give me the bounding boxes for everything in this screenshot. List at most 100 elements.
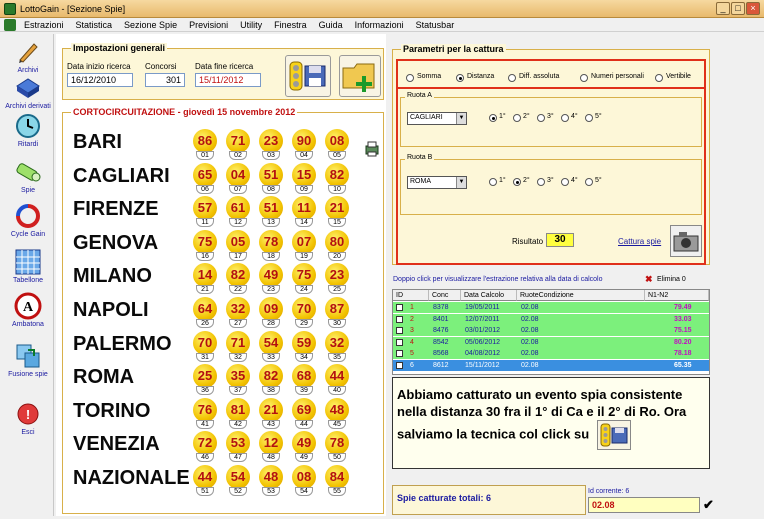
menu-previsioni[interactable]: Previsioni — [183, 20, 234, 30]
number-ball[interactable]: 78 — [259, 229, 283, 254]
position-radio[interactable] — [561, 114, 569, 122]
number-ball[interactable]: 70 — [193, 330, 217, 355]
open-folder-button[interactable] — [339, 55, 381, 97]
number-ball[interactable]: 65 — [193, 162, 217, 187]
number-ball[interactable]: 57 — [193, 196, 217, 221]
number-ball[interactable]: 61 — [226, 196, 250, 221]
number-ball[interactable]: 08 — [292, 465, 316, 489]
camera-button[interactable] — [670, 225, 702, 257]
number-ball[interactable]: 44 — [325, 364, 349, 389]
capture-link[interactable]: Cattura spie — [618, 237, 661, 246]
maximize-button[interactable]: □ — [731, 2, 745, 15]
current-id-field[interactable]: 02.08 — [588, 497, 700, 513]
number-ball[interactable]: 49 — [292, 431, 316, 456]
menu-statusbar[interactable]: Statusbar — [410, 20, 461, 30]
number-ball[interactable]: 54 — [259, 330, 283, 355]
table-row[interactable]: 6 8612 15/11/2012 02.08 65.35 — [393, 359, 709, 371]
sidebar-item-ambatona[interactable]: A Ambatona — [2, 292, 54, 328]
number-ball[interactable]: 71 — [226, 330, 250, 355]
sidebar-item-archivi-derivati[interactable]: Archivi derivati — [2, 74, 54, 110]
number-ball[interactable]: 69 — [292, 397, 316, 422]
mode-diff-radio[interactable] — [508, 74, 516, 82]
number-ball[interactable]: 23 — [325, 263, 349, 288]
contests-field[interactable]: 301 — [145, 73, 185, 87]
number-ball[interactable]: 76 — [193, 397, 217, 422]
row-checkbox[interactable] — [396, 304, 403, 311]
number-ball[interactable]: 82 — [259, 364, 283, 389]
sidebar-item-ritardi[interactable]: Ritardi — [2, 112, 54, 148]
printer-icon[interactable] — [365, 141, 379, 157]
number-ball[interactable]: 53 — [226, 431, 250, 456]
number-ball[interactable]: 09 — [259, 297, 283, 321]
number-ball[interactable]: 15 — [292, 162, 316, 187]
menu-finestra[interactable]: Finestra — [268, 20, 313, 30]
col-header-date[interactable]: Data Calcolo — [461, 290, 517, 301]
number-ball[interactable]: 78 — [325, 431, 349, 456]
number-ball[interactable]: 21 — [325, 196, 349, 221]
delete-label[interactable]: Elimina 0 — [657, 276, 686, 283]
number-ball[interactable]: 80 — [325, 229, 349, 254]
number-ball[interactable]: 64 — [193, 297, 217, 321]
row-checkbox[interactable] — [396, 327, 403, 334]
menu-informazioni[interactable]: Informazioni — [349, 20, 410, 30]
minimize-button[interactable]: _ — [716, 2, 730, 15]
save-technique-button[interactable] — [285, 55, 331, 97]
table-row[interactable]: 4 8542 05/06/2012 02.08 80.20 — [393, 336, 709, 348]
number-ball[interactable]: 90 — [292, 129, 316, 153]
number-ball[interactable]: 32 — [226, 297, 250, 321]
number-ball[interactable]: 05 — [226, 229, 250, 254]
number-ball[interactable]: 23 — [259, 129, 283, 153]
row-checkbox[interactable] — [396, 350, 403, 357]
menu-estrazioni[interactable]: Estrazioni — [18, 20, 70, 30]
end-date-field[interactable]: 15/11/2012 — [195, 73, 261, 87]
row-checkbox[interactable] — [396, 338, 403, 346]
sidebar-item-tabellone[interactable]: Tabellone — [2, 248, 54, 284]
confirm-check-icon[interactable]: ✔ — [703, 497, 714, 513]
close-button[interactable]: × — [746, 2, 760, 15]
mode-personali-radio[interactable] — [580, 74, 588, 82]
col-header-cond[interactable]: RuoteCondizione — [517, 290, 645, 301]
number-ball[interactable]: 81 — [226, 397, 250, 422]
number-ball[interactable]: 71 — [226, 129, 250, 153]
ruota-b-select[interactable]: ROMA ▼ — [407, 176, 467, 189]
menu-utility[interactable]: Utility — [234, 20, 268, 30]
position-radio[interactable] — [489, 178, 497, 186]
row-checkbox[interactable] — [396, 315, 403, 323]
position-radio[interactable] — [513, 114, 521, 122]
table-row[interactable]: 1 8378 19/05/2011 02.08 79.49 — [393, 302, 709, 313]
position-radio[interactable] — [513, 178, 521, 186]
number-ball[interactable]: 75 — [193, 229, 217, 254]
number-ball[interactable]: 82 — [325, 162, 349, 187]
number-ball[interactable]: 51 — [259, 162, 283, 187]
number-ball[interactable]: 75 — [292, 263, 316, 288]
number-ball[interactable]: 72 — [193, 431, 217, 456]
number-ball[interactable]: 44 — [193, 465, 217, 489]
mode-vertibile-radio[interactable] — [655, 74, 663, 82]
number-ball[interactable]: 84 — [325, 465, 349, 489]
position-radio[interactable] — [489, 114, 497, 122]
menu-statistica[interactable]: Statistica — [70, 20, 119, 30]
col-header-n1n2[interactable]: N1-N2 — [645, 290, 709, 301]
table-row[interactable]: 3 8476 03/01/2012 02.08 75.15 — [393, 325, 709, 336]
number-ball[interactable]: 07 — [292, 229, 316, 254]
position-radio[interactable] — [585, 178, 593, 186]
mode-distanza-radio[interactable] — [456, 74, 464, 82]
sidebar-item-esci[interactable]: ! Esci — [2, 400, 54, 436]
sidebar-item-fusione-spie[interactable]: Fusione spie — [2, 342, 54, 378]
number-ball[interactable]: 25 — [193, 364, 217, 389]
number-ball[interactable]: 35 — [226, 364, 250, 389]
col-header-id[interactable]: ID — [393, 290, 429, 301]
number-ball[interactable]: 48 — [259, 465, 283, 489]
number-ball[interactable]: 12 — [259, 431, 283, 456]
position-radio[interactable] — [585, 114, 593, 122]
table-row[interactable]: 2 8401 12/07/2011 02.08 33.03 — [393, 313, 709, 325]
number-ball[interactable]: 87 — [325, 297, 349, 321]
number-ball[interactable]: 21 — [259, 397, 283, 422]
sidebar-item-cycle-gain[interactable]: Cycle Gain — [2, 202, 54, 238]
mode-somma-radio[interactable] — [406, 74, 414, 82]
system-menu-icon[interactable] — [4, 18, 16, 31]
number-ball[interactable]: 14 — [193, 263, 217, 288]
number-ball[interactable]: 48 — [325, 397, 349, 422]
number-ball[interactable]: 49 — [259, 263, 283, 288]
position-radio[interactable] — [537, 178, 545, 186]
